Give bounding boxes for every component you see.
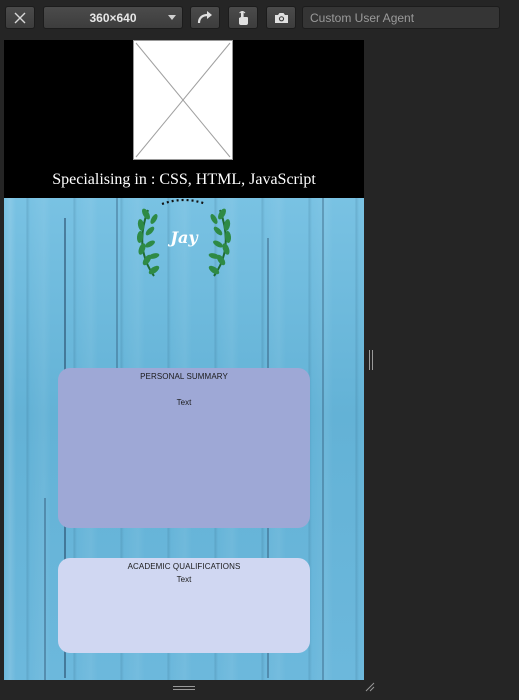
broken-image-placeholder (133, 40, 233, 160)
card-title: PERSONAL SUMMARY (140, 372, 228, 381)
personal-summary-card: PERSONAL SUMMARY Text (58, 368, 310, 528)
user-agent-input[interactable] (302, 6, 500, 29)
chevron-down-icon (168, 15, 176, 20)
academic-qualifications-card: ACADEMIC QUALIFICATIONS Text (58, 558, 310, 653)
touch-simulation-button[interactable] (228, 6, 258, 29)
camera-icon (274, 12, 288, 23)
screenshot-button[interactable] (266, 6, 296, 29)
device-viewport: Specialising in : CSS, HTML, JavaScript (4, 40, 364, 680)
specialising-heading: Specialising in : CSS, HTML, JavaScript (52, 171, 316, 188)
image-placeholder-icon (135, 42, 231, 158)
wood-crack (322, 198, 324, 680)
wood-crack (44, 498, 46, 680)
laurel-logo: Jay (132, 198, 236, 284)
viewport-size-select[interactable]: 360×640 (43, 6, 183, 29)
touch-icon (239, 10, 248, 25)
resize-grip-icon (365, 682, 375, 692)
viewport-size-label: 360×640 (89, 10, 137, 25)
page-header: Specialising in : CSS, HTML, JavaScript (4, 40, 364, 198)
rotate-button[interactable] (190, 6, 220, 29)
wood-crack (116, 198, 118, 378)
viewport-height-drag-handle[interactable] (173, 686, 195, 691)
card-text: Text (176, 575, 192, 584)
close-button[interactable] (5, 6, 35, 29)
resize-corner-handle[interactable] (364, 679, 375, 692)
close-icon (14, 12, 26, 23)
devtools-toolbar: 360×640 (0, 0, 519, 36)
card-text: Text (176, 398, 192, 407)
viewport-width-drag-handle[interactable] (369, 350, 374, 370)
card-title: ACADEMIC QUALIFICATIONS (127, 562, 241, 571)
rotate-icon (197, 10, 212, 23)
logo-name: Jay (170, 228, 198, 247)
